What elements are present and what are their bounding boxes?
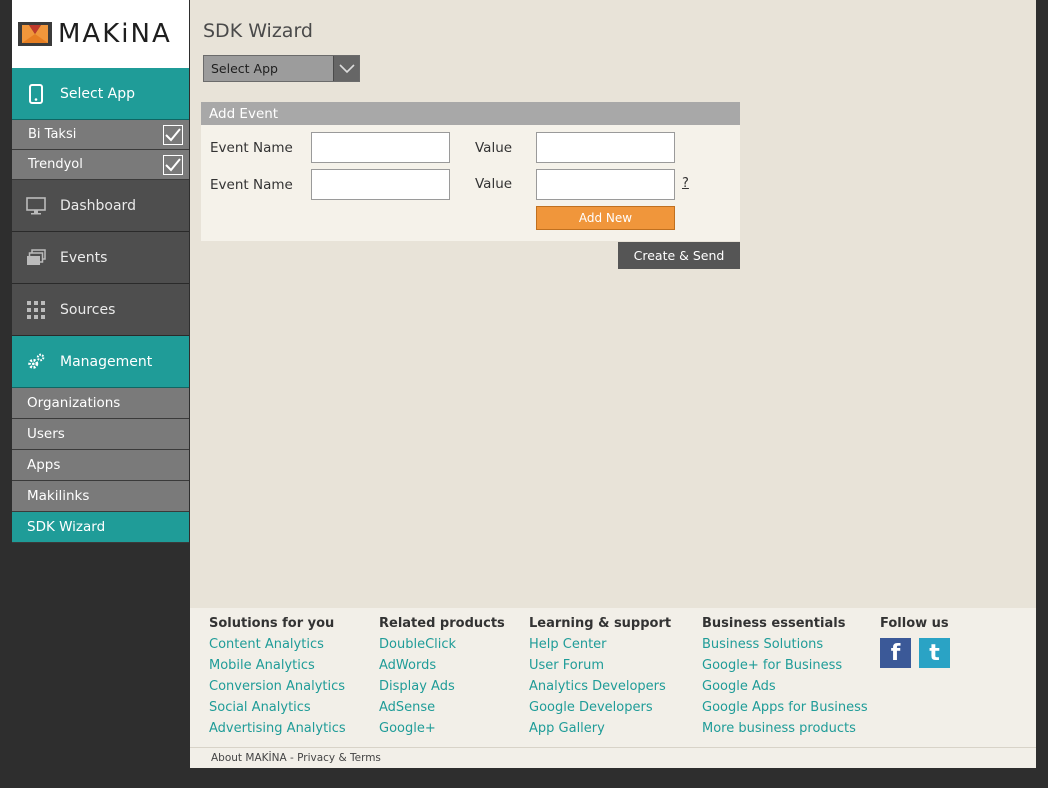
nav-list: Dashboard Events Sources [12, 180, 189, 336]
management-header-label: Management [60, 353, 153, 370]
facebook-icon[interactable]: f [880, 638, 911, 668]
help-link[interactable]: ? [682, 176, 689, 191]
select-app-header-label: Select App [60, 85, 135, 102]
app-checkbox[interactable] [163, 124, 183, 145]
footer-link[interactable]: Social Analytics [209, 701, 346, 722]
stack-icon [26, 248, 46, 267]
footer-link[interactable]: AdSense [379, 701, 505, 722]
footer-link[interactable]: App Gallery [529, 722, 671, 743]
footer-link[interactable]: More business products [702, 722, 868, 743]
logo-mark-icon [18, 22, 52, 46]
footer-column-title: Business essentials [702, 616, 846, 631]
follow-us-column: Follow us ft [880, 616, 950, 668]
footer-column-title: Learning & support [529, 616, 672, 631]
sidebar-item-label: Sources [60, 301, 116, 318]
add-new-button[interactable]: Add New [536, 206, 675, 230]
footer-link[interactable]: AdWords [379, 659, 505, 680]
footer-column-title: Solutions for you [209, 616, 335, 631]
sidebar-item-label: Events [60, 249, 108, 266]
select-app-dropdown[interactable]: Select App [203, 55, 360, 82]
footer-link[interactable]: Display Ads [379, 680, 505, 701]
event-name-label-1: Event Name [210, 140, 293, 156]
footer-bottom-bar[interactable]: About MAKİNA - Privacy & Terms [190, 747, 1036, 768]
sidebar-item-dashboard[interactable]: Dashboard [12, 180, 189, 232]
app-frame: MAKiNA Select App Bi Taksi Trendyol Dashb… [12, 0, 1036, 768]
footer-link[interactable]: Google+ [379, 722, 505, 743]
value-label-1: Value [475, 140, 513, 156]
footer-link[interactable]: User Forum [529, 659, 671, 680]
social-links: ft [880, 638, 950, 668]
sidebar: MAKiNA Select App Bi Taksi Trendyol Dashb… [12, 0, 189, 768]
footer-column: Solutions for you Content Analytics Mobile… [209, 616, 346, 743]
phone-icon [26, 83, 46, 104]
gears-icon [26, 352, 46, 372]
management-list: Organizations Users Apps Makilinks SDK Wizar… [12, 388, 189, 543]
sidebar-item-events[interactable]: Events [12, 232, 189, 284]
footer-column-title: Related products [379, 616, 505, 631]
management-item-users[interactable]: Users [12, 419, 189, 450]
event-name-input-1[interactable] [311, 132, 450, 163]
event-name-input-2[interactable] [311, 169, 450, 200]
create-send-button[interactable]: Create & Send [618, 242, 740, 269]
footer-column: Business essentials Business Solutions Goo… [702, 616, 868, 743]
monitor-icon [26, 196, 46, 215]
select-app-header[interactable]: Select App [12, 68, 189, 120]
app-list: Bi Taksi Trendyol [12, 120, 189, 180]
page-title: SDK Wizard [203, 20, 313, 42]
footer-link[interactable]: Content Analytics [209, 638, 346, 659]
footer-link[interactable]: Google Apps for Business [702, 701, 868, 722]
app-checkbox[interactable] [163, 154, 183, 175]
main-content: SDK Wizard Select App Add Event Event Na… [190, 0, 1036, 608]
footer-link[interactable]: Help Center [529, 638, 671, 659]
logo[interactable]: MAKiNA [12, 0, 189, 68]
management-header[interactable]: Management [12, 336, 189, 388]
grid-icon [26, 300, 46, 319]
footer-link[interactable]: Mobile Analytics [209, 659, 346, 680]
footer-link[interactable]: Advertising Analytics [209, 722, 346, 743]
management-item-apps[interactable]: Apps [12, 450, 189, 481]
select-app-dropdown-label: Select App [211, 61, 278, 76]
footer-column: Related products DoubleClick AdWords Displa… [379, 616, 505, 743]
footer-link[interactable]: Conversion Analytics [209, 680, 346, 701]
management-item-organizations[interactable]: Organizations [12, 388, 189, 419]
footer-link[interactable]: DoubleClick [379, 638, 505, 659]
add-event-panel: Add Event Event Name Value Event Name Va… [201, 102, 740, 241]
footer: Solutions for you Content Analytics Mobile… [190, 608, 1036, 768]
logo-text: MAKiNA [58, 19, 172, 49]
footer-link[interactable]: Business Solutions [702, 638, 868, 659]
add-event-panel-title: Add Event [201, 102, 740, 125]
footer-column: Learning & support Help Center User Forum A… [529, 616, 671, 743]
chevron-down-icon[interactable] [333, 56, 359, 81]
footer-link[interactable]: Google Ads [702, 680, 868, 701]
sidebar-item-sources[interactable]: Sources [12, 284, 189, 336]
follow-us-title: Follow us [880, 616, 949, 631]
app-item-label: Trendyol [28, 157, 83, 172]
footer-link[interactable]: Analytics Developers [529, 680, 671, 701]
footer-link[interactable]: Google+ for Business [702, 659, 868, 680]
app-item-label: Bi Taksi [28, 127, 77, 142]
value-label-2: Value [475, 176, 513, 192]
management-item-makilinks[interactable]: Makilinks [12, 481, 189, 512]
value-input-2[interactable] [536, 169, 675, 200]
management-item-sdk-wizard[interactable]: SDK Wizard [12, 512, 189, 543]
app-item[interactable]: Bi Taksi [12, 120, 189, 150]
value-input-1[interactable] [536, 132, 675, 163]
footer-link[interactable]: Google Developers [529, 701, 671, 722]
twitter-icon[interactable]: t [919, 638, 950, 668]
event-name-label-2: Event Name [210, 177, 293, 193]
sidebar-item-label: Dashboard [60, 197, 136, 214]
app-item[interactable]: Trendyol [12, 150, 189, 180]
